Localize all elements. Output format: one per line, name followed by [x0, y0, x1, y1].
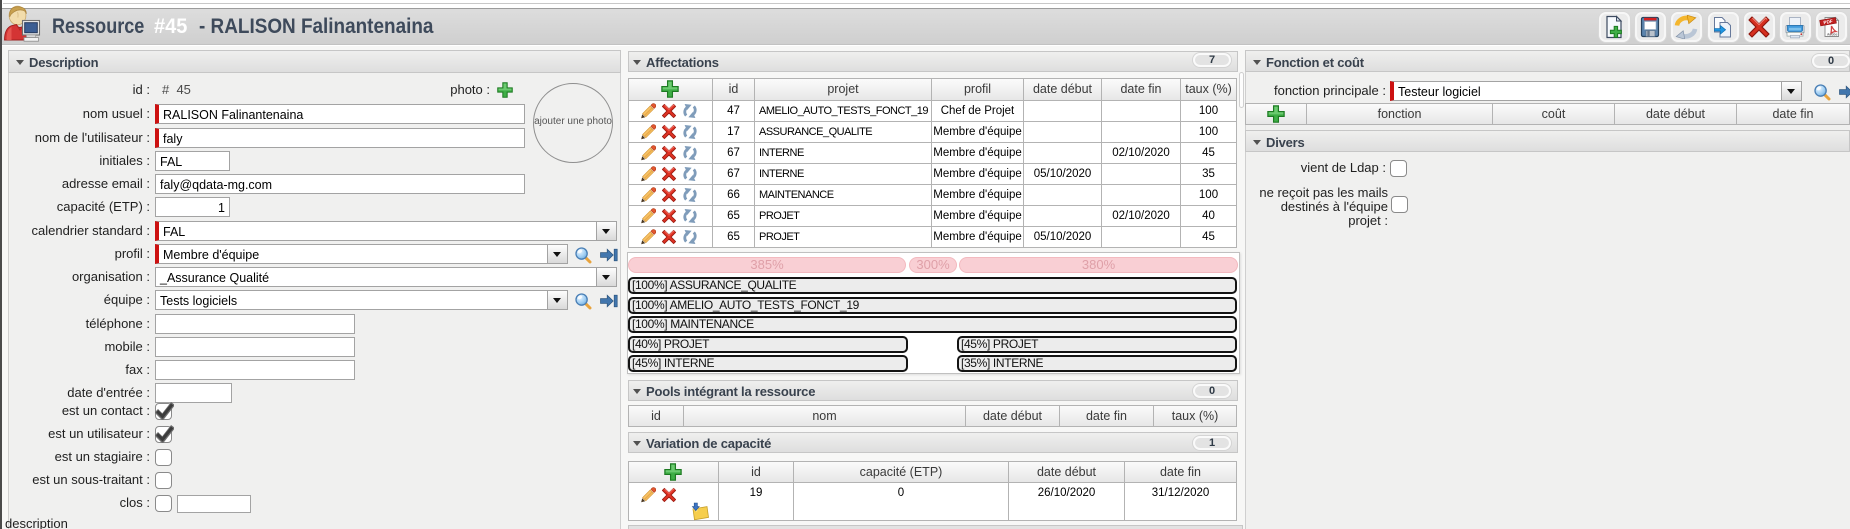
- svg-text:Adobe: Adobe: [1827, 33, 1838, 37]
